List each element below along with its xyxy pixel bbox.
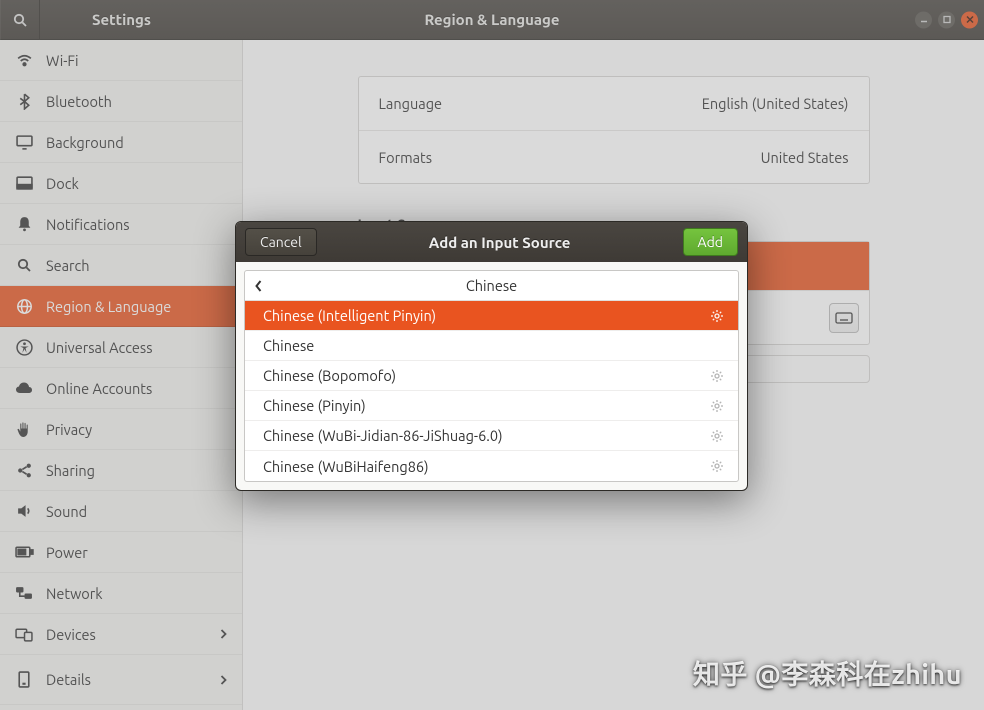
list-item-label: Chinese (WuBi-Jidian-86-JiShuag-6.0) bbox=[263, 427, 503, 444]
gear-icon bbox=[710, 459, 724, 473]
dialog-title: Add an Input Source bbox=[429, 234, 571, 251]
list-item-label: Chinese (Pinyin) bbox=[263, 397, 366, 414]
list-item-label: Chinese (Bopomofo) bbox=[263, 367, 396, 384]
input-source-picker: Chinese Chinese (Intelligent Pinyin) Chi… bbox=[244, 270, 739, 482]
list-item[interactable]: Chinese (Intelligent Pinyin) bbox=[245, 301, 738, 331]
back-button[interactable] bbox=[253, 279, 264, 293]
list-item-label: Chinese (WuBiHaifeng86) bbox=[263, 458, 429, 475]
list-item-label: Chinese bbox=[263, 337, 314, 354]
gear-icon bbox=[710, 369, 724, 383]
picker-breadcrumb: Chinese bbox=[245, 271, 738, 301]
add-input-source-dialog: Cancel Add an Input Source Add Chinese C… bbox=[235, 221, 748, 491]
gear-icon bbox=[710, 309, 724, 323]
list-item[interactable]: Chinese (Bopomofo) bbox=[245, 361, 738, 391]
list-item[interactable]: Chinese (WuBiHaifeng86) bbox=[245, 451, 738, 481]
list-item[interactable]: Chinese bbox=[245, 331, 738, 361]
gear-icon bbox=[710, 399, 724, 413]
list-item[interactable]: Chinese (WuBi-Jidian-86-JiShuag-6.0) bbox=[245, 421, 738, 451]
dialog-header: Cancel Add an Input Source Add bbox=[236, 222, 747, 262]
add-button[interactable]: Add bbox=[683, 228, 738, 256]
cancel-button[interactable]: Cancel bbox=[245, 228, 317, 256]
breadcrumb-label: Chinese bbox=[253, 277, 730, 294]
chevron-left-icon bbox=[253, 279, 264, 293]
gear-icon bbox=[710, 429, 724, 443]
list-item-label: Chinese (Intelligent Pinyin) bbox=[263, 307, 436, 324]
dialog-body: Chinese Chinese (Intelligent Pinyin) Chi… bbox=[236, 262, 747, 490]
list-item[interactable]: Chinese (Pinyin) bbox=[245, 391, 738, 421]
